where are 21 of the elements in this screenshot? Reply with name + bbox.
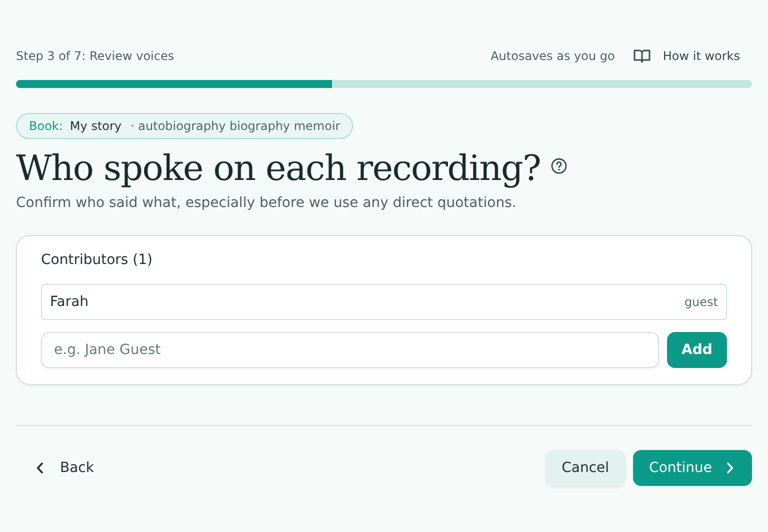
step-label: Step 3 of 7: Review voices xyxy=(16,49,174,63)
book-label: Book: xyxy=(29,119,63,133)
book-title: My story xyxy=(70,119,122,133)
contributor-name: Farah xyxy=(50,294,89,310)
autosave-note: Autosaves as you go xyxy=(490,49,615,63)
page-subtitle: Confirm who said what, especially before we use any direct quotations. xyxy=(16,195,518,211)
contributor-role: guest xyxy=(684,295,718,309)
page-title: Who spoke on each recording? xyxy=(16,148,541,191)
cancel-button[interactable]: Cancel xyxy=(546,450,626,486)
back-button[interactable]: Back xyxy=(16,450,110,486)
chevron-left-icon xyxy=(36,462,44,474)
add-button[interactable]: Add xyxy=(667,332,727,368)
chevron-right-icon xyxy=(726,462,734,474)
help-icon[interactable] xyxy=(550,158,567,174)
contributor-row[interactable]: Farah guest xyxy=(41,284,727,320)
continue-button[interactable]: Continue xyxy=(633,450,752,486)
name-input[interactable]: e.g. Jane Guest xyxy=(41,332,659,368)
contributors-heading: Contributors (1) xyxy=(41,252,154,270)
book-tags: · autobiography biography memoir xyxy=(130,119,340,133)
how-it-works-link[interactable]: How it works xyxy=(632,48,740,64)
book-icon xyxy=(632,48,651,64)
